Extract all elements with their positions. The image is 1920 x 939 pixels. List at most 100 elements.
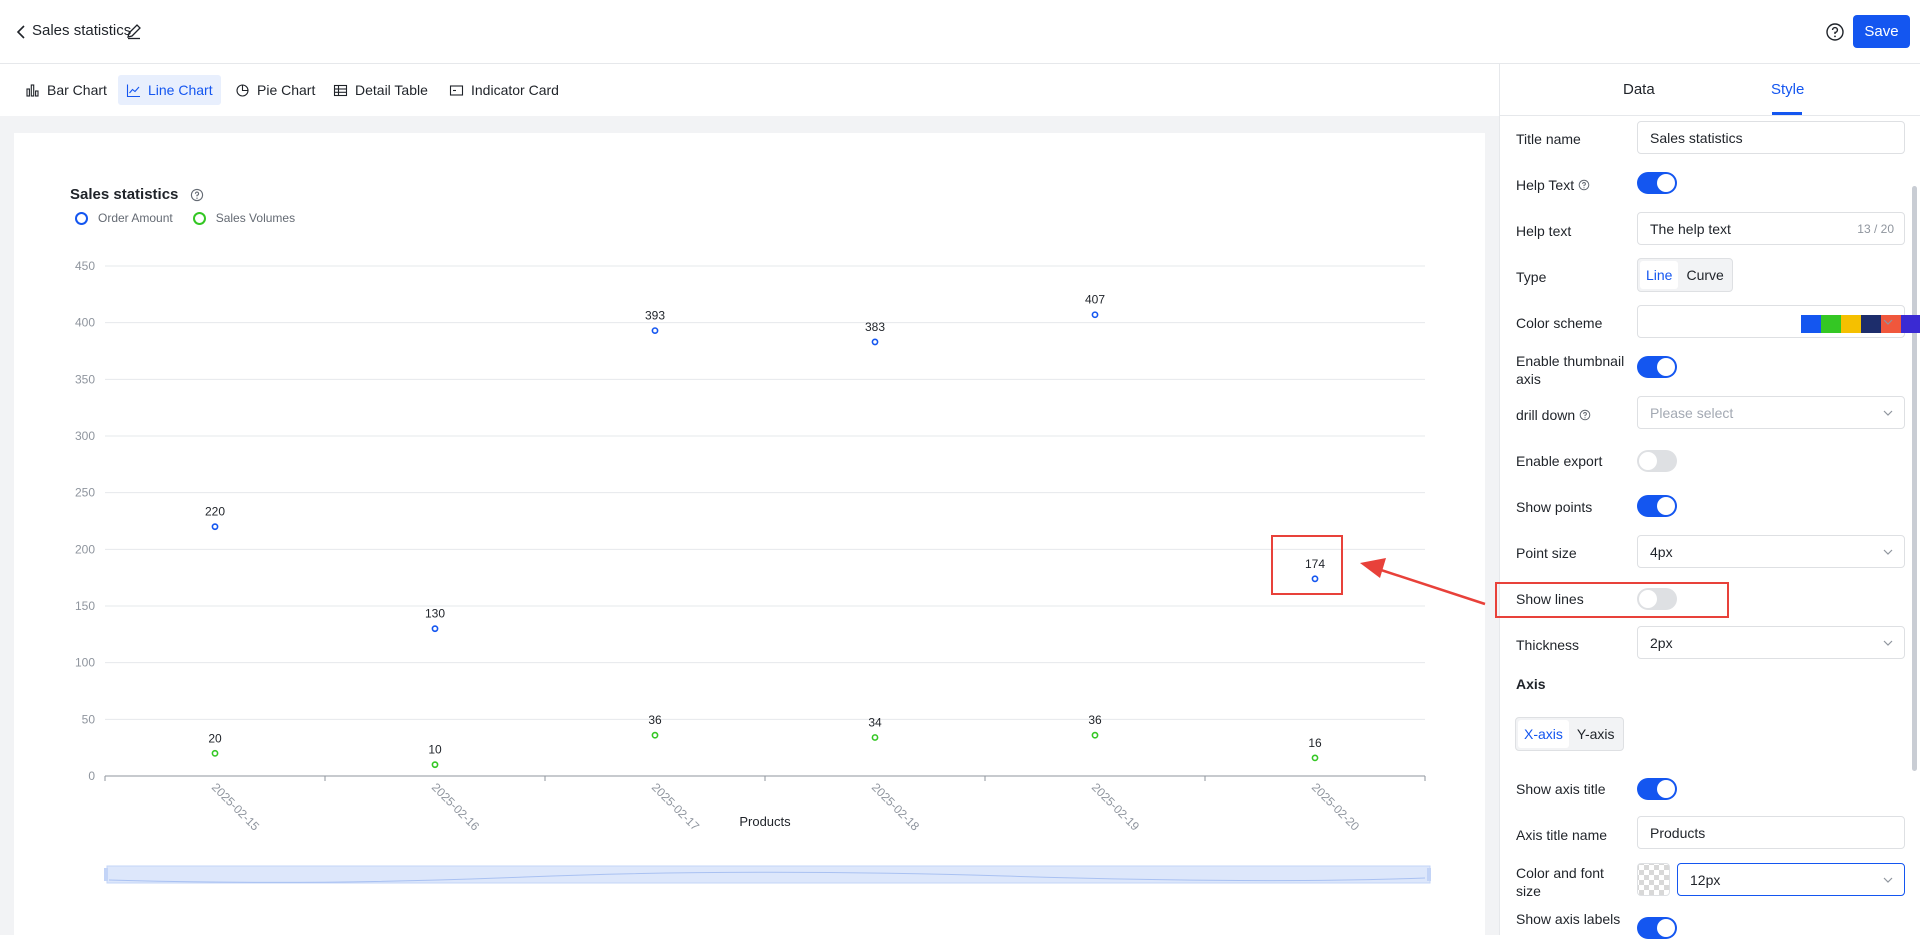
data-label: 220 [205, 505, 225, 519]
toggle-knob [1657, 780, 1675, 798]
title-name-value: Sales statistics [1650, 129, 1743, 146]
data-label: 36 [1088, 713, 1102, 727]
export-label: Enable export [1516, 453, 1603, 469]
toggle-knob [1657, 919, 1675, 937]
help-icon[interactable] [1578, 179, 1590, 191]
tab-data[interactable]: Data [1623, 81, 1655, 98]
export-toggle[interactable] [1637, 450, 1677, 472]
show-axis-title-toggle[interactable] [1637, 778, 1677, 800]
data-label: 34 [868, 715, 882, 729]
toggle-knob [1657, 497, 1675, 515]
y-tick-label: 200 [75, 542, 95, 556]
y-tick-label: 150 [75, 599, 95, 613]
y-tick-label: 0 [88, 769, 95, 783]
show-axis-title-label: Show axis title [1516, 781, 1606, 797]
x-tick-label: 2025-02-15 [209, 780, 263, 834]
type-label: Type [1516, 269, 1547, 285]
color-swatch [1841, 315, 1861, 333]
axis-title-name-value: Products [1650, 824, 1706, 841]
data-point [1091, 311, 1099, 319]
thickness-value: 2px [1650, 634, 1673, 651]
thumbnail-axis-handle-right [1427, 868, 1431, 881]
help-icon[interactable] [1579, 409, 1591, 421]
toggle-knob [1657, 358, 1675, 376]
drill-down-select[interactable]: Please select [1637, 396, 1905, 429]
title-name-input[interactable]: Sales statistics [1637, 121, 1905, 154]
help-text-value: The help text [1650, 220, 1731, 237]
help-icon[interactable] [1825, 22, 1845, 42]
data-label: 16 [1308, 736, 1322, 750]
data-point [651, 327, 659, 334]
help-text-toggle-label: Help Text [1516, 176, 1590, 194]
toggle-knob [1639, 452, 1657, 470]
data-label: 36 [648, 713, 662, 727]
data-point [211, 523, 219, 531]
thumbnail-axis-toggle[interactable] [1637, 356, 1677, 378]
chevron-down-icon [1883, 877, 1893, 883]
panel-tabs: Data Style [1500, 64, 1920, 116]
color-scheme-label: Color scheme [1516, 315, 1603, 331]
data-label: 393 [645, 309, 665, 323]
data-point [211, 749, 219, 757]
char-count: 13 / 20 [1857, 221, 1894, 236]
type-option-line[interactable]: Line [1640, 261, 1679, 289]
chevron-down-icon [1883, 410, 1893, 416]
x-tick-label: 2025-02-16 [429, 780, 483, 834]
y-tick-label: 100 [75, 656, 95, 670]
point-size-label: Point size [1516, 545, 1577, 561]
help-text-toggle-text: Help Text [1516, 177, 1575, 193]
font-size-value: 12px [1690, 871, 1721, 888]
thickness-select[interactable]: 2px [1637, 626, 1905, 659]
panel-scrollbar[interactable] [1912, 186, 1917, 771]
axis-color-picker[interactable] [1637, 863, 1670, 896]
x-tick-label: 2025-02-19 [1089, 780, 1143, 834]
tab-style[interactable]: Style [1771, 81, 1804, 98]
y-tick-label: 350 [75, 372, 95, 386]
type-option-curve[interactable]: Curve [1680, 261, 1729, 289]
help-text-toggle[interactable] [1637, 172, 1677, 194]
color-swatch [1861, 315, 1881, 333]
x-tick-label: 2025-02-17 [649, 780, 703, 834]
config-panel: Data Style Title name Sales statistics H… [1499, 64, 1920, 939]
show-points-label: Show points [1516, 499, 1593, 515]
point-size-select[interactable]: 4px [1637, 535, 1905, 568]
data-label: 130 [425, 607, 445, 621]
y-tick-label: 450 [75, 259, 95, 273]
help-text-label: Help text [1516, 223, 1572, 239]
color-scheme-select[interactable] [1637, 305, 1920, 338]
show-points-toggle[interactable] [1637, 495, 1677, 517]
show-axis-labels-toggle[interactable] [1637, 917, 1677, 939]
y-tick-label: 400 [75, 316, 95, 330]
font-size-select[interactable]: 12px [1677, 863, 1905, 896]
axis-title-name-label: Axis title name [1516, 827, 1608, 843]
data-point [1311, 754, 1319, 762]
highlight-box-data-point [1271, 535, 1343, 595]
x-tick-label: 2025-02-18 [869, 780, 923, 834]
thickness-label: Thickness [1516, 637, 1580, 653]
axis-title-name-input[interactable]: Products [1637, 816, 1905, 849]
thumbnail-axis-label: Enable thumbnail axis [1516, 353, 1625, 387]
x-axis-title: Products [739, 814, 791, 829]
data-point [431, 761, 439, 769]
type-selector: Line Curve [1637, 258, 1733, 292]
title-name-label: Title name [1516, 131, 1581, 147]
chevron-down-icon [1883, 549, 1893, 555]
data-point [871, 338, 879, 346]
active-tab-indicator [1772, 112, 1802, 115]
axis-option-x[interactable]: X-axis [1518, 720, 1569, 748]
color-swatch [1801, 315, 1821, 333]
save-button[interactable]: Save [1853, 15, 1910, 48]
chevron-down-icon [1883, 640, 1893, 646]
data-point [871, 734, 879, 741]
highlight-box-show-lines [1495, 582, 1729, 618]
axis-option-y[interactable]: Y-axis [1571, 720, 1621, 748]
color-scheme-swatches [1801, 315, 1920, 333]
color-swatch [1821, 315, 1841, 333]
data-label: 383 [865, 320, 885, 334]
drill-down-label: drill down [1516, 406, 1591, 424]
thumbnail-axis-handle-left [104, 868, 108, 881]
data-label: 10 [428, 743, 442, 757]
help-text-input[interactable]: The help text 13 / 20 [1637, 212, 1905, 245]
data-point [1091, 731, 1099, 739]
y-tick-label: 300 [75, 429, 95, 443]
